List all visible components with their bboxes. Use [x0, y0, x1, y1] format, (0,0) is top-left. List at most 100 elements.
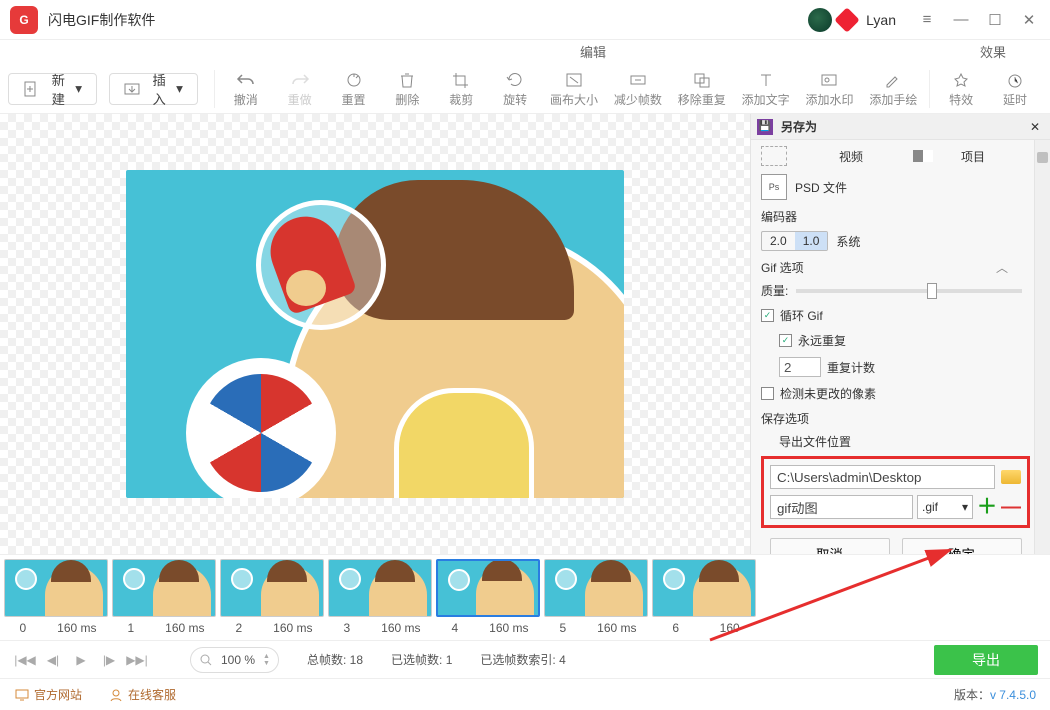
official-link[interactable]: 官方网站 — [34, 686, 82, 703]
psd-icon: Ps — [761, 174, 787, 200]
redo-button[interactable]: 重做 — [273, 65, 327, 113]
next-frame-button[interactable]: |▶ — [96, 648, 122, 672]
chevron-up-icon[interactable]: ︿ — [996, 259, 1008, 276]
titlebar: G 闪电GIF制作软件 Lyan ≡ — ☐ ✕ — [0, 0, 1050, 40]
last-frame-button[interactable]: ▶▶| — [124, 648, 150, 672]
remove-output-button[interactable]: — — [1001, 497, 1021, 517]
timeline[interactable]: 0160 ms1160 ms2160 ms3160 ms4160 ms5160 … — [0, 554, 1050, 640]
repeat-forever-checkbox[interactable]: ✓ — [779, 334, 792, 347]
fx-icon — [951, 71, 971, 89]
frame-thumbnail[interactable]: 6160 — [652, 559, 760, 635]
support-link[interactable]: 在线客服 — [128, 686, 176, 703]
minimize-button[interactable]: — — [944, 3, 978, 37]
frame-thumbnail[interactable]: 3160 ms — [328, 559, 436, 635]
rotate-button[interactable]: 旋转 — [488, 65, 542, 113]
gif-format-icon — [761, 146, 787, 166]
add-text-button[interactable]: 添加文字 — [734, 65, 798, 113]
new-button[interactable]: 新建 ▾ — [8, 73, 97, 105]
delay-button[interactable]: 延时 — [988, 65, 1042, 113]
remove-dup-button[interactable]: 移除重复 — [670, 65, 734, 113]
quality-slider[interactable] — [796, 289, 1022, 293]
avatar[interactable] — [808, 8, 832, 32]
dedupe-icon — [692, 71, 712, 89]
filename-input[interactable] — [770, 495, 913, 519]
frame-thumbnail[interactable]: 4160 ms — [436, 559, 544, 635]
reset-button[interactable]: 重置 — [327, 65, 381, 113]
psd-label[interactable]: PSD 文件 — [795, 179, 847, 196]
undo-icon — [236, 71, 256, 89]
username: Lyan — [866, 12, 896, 28]
export-path-input[interactable] — [770, 465, 995, 489]
detect-unchanged-checkbox[interactable] — [761, 387, 774, 400]
cancel-button[interactable]: 取消 — [770, 538, 890, 554]
frame-thumbnail[interactable]: 5160 ms — [544, 559, 652, 635]
resize-icon — [564, 71, 584, 89]
video-tab[interactable]: 视频 — [839, 148, 863, 165]
search-icon — [199, 653, 213, 667]
reduce-icon — [628, 71, 648, 89]
browse-folder-button[interactable] — [1001, 470, 1021, 484]
trash-icon — [397, 71, 417, 89]
panel-scrollbar[interactable] — [1034, 140, 1050, 554]
plus-file-icon — [23, 81, 39, 97]
support-icon — [108, 687, 124, 703]
pencil-icon — [883, 71, 903, 89]
reduce-frames-button[interactable]: 减少帧数 — [606, 65, 670, 113]
watermark-icon — [819, 71, 839, 89]
project-tab[interactable]: 项目 — [961, 148, 985, 165]
save-icon: 💾 — [757, 119, 773, 135]
undo-button[interactable]: 撤消 — [219, 65, 273, 113]
fx-button[interactable]: 特效 — [934, 65, 988, 113]
export-path-label: 导出文件位置 — [779, 433, 1030, 450]
project-icon — [913, 150, 933, 162]
section-effect-label: 效果 — [980, 42, 1006, 61]
export-button[interactable]: 导出 — [934, 645, 1038, 675]
workarea: 💾 另存为 ✕ 视频 项目 Ps PSD 文件 编码器 — [0, 114, 1050, 554]
monitor-icon — [14, 687, 30, 703]
save-options-header: 保存选项 — [761, 410, 1030, 427]
freehand-button[interactable]: 添加手绘 — [861, 65, 925, 113]
ok-button[interactable]: 确定 — [902, 538, 1022, 554]
quality-label: 质量: — [761, 282, 788, 299]
frame-thumbnail[interactable]: 0160 ms — [4, 559, 112, 635]
redo-icon — [290, 71, 310, 89]
crop-icon — [451, 71, 471, 89]
crop-button[interactable]: 裁剪 — [434, 65, 488, 113]
play-button[interactable]: ▶ — [68, 648, 94, 672]
vip-badge-icon — [834, 7, 859, 32]
insert-button[interactable]: 插入 ▾ — [109, 73, 198, 105]
frame-thumbnail[interactable]: 1160 ms — [112, 559, 220, 635]
export-path-highlight: .gif▾ ＋ — — [761, 456, 1030, 528]
playback-controls: |◀◀ ◀| ▶ |▶ ▶▶| 100 % ▲▼ 总帧数: 18 已选帧数: 1… — [0, 640, 1050, 678]
extension-select[interactable]: .gif▾ — [917, 495, 973, 519]
menu-button[interactable]: ≡ — [910, 3, 944, 37]
loop-gif-checkbox[interactable]: ✓ — [761, 309, 774, 322]
maximize-button[interactable]: ☐ — [978, 3, 1012, 37]
reset-icon — [344, 71, 364, 89]
close-button[interactable]: ✕ — [1012, 3, 1046, 37]
first-frame-button[interactable]: |◀◀ — [12, 648, 38, 672]
canvas-preview[interactable] — [0, 114, 750, 554]
footer: 官方网站 在线客服 版本：v 7.4.5.0 — [0, 678, 1050, 710]
encoder-label: 编码器 — [761, 208, 1030, 225]
panel-title: 另存为 — [781, 118, 1026, 135]
text-icon — [756, 71, 776, 89]
encoder-system[interactable]: 系统 — [836, 233, 860, 250]
section-edit-label: 编辑 — [580, 42, 606, 61]
app-title: 闪电GIF制作软件 — [48, 10, 155, 30]
save-panel: 💾 另存为 ✕ 视频 项目 Ps PSD 文件 编码器 — [750, 114, 1050, 554]
watermark-button[interactable]: 添加水印 — [798, 65, 862, 113]
clock-icon — [1005, 71, 1025, 89]
zoom-control[interactable]: 100 % ▲▼ — [190, 647, 279, 673]
prev-frame-button[interactable]: ◀| — [40, 648, 66, 672]
frame-thumbnail[interactable]: 2160 ms — [220, 559, 328, 635]
rotate-icon — [505, 71, 525, 89]
canvas-size-button[interactable]: 画布大小 — [542, 65, 606, 113]
panel-close-button[interactable]: ✕ — [1026, 120, 1044, 134]
app-logo: G — [10, 6, 38, 34]
gif-options-header[interactable]: Gif 选项 — [761, 261, 804, 275]
repeat-count-input[interactable] — [779, 357, 821, 377]
encoder-segment[interactable]: 2.0 1.0 — [761, 231, 828, 251]
add-output-button[interactable]: ＋ — [977, 497, 997, 517]
delete-button[interactable]: 删除 — [380, 65, 434, 113]
